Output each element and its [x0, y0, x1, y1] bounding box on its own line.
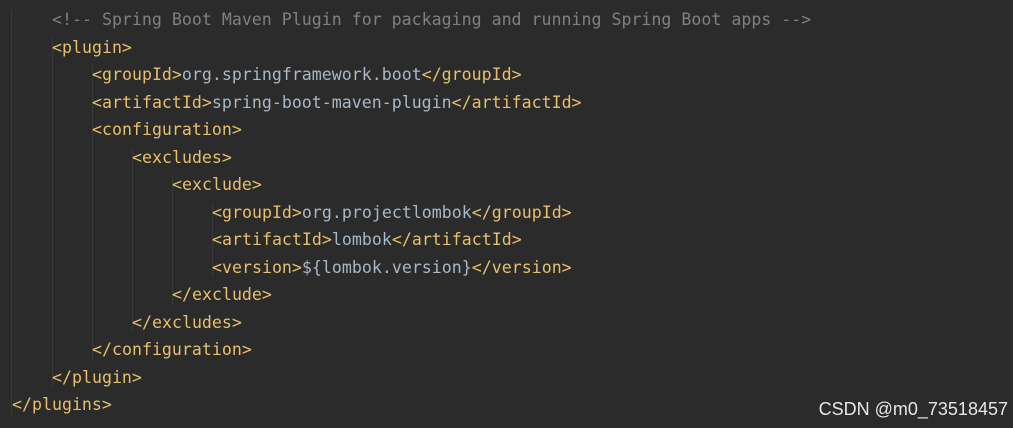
- xml-tag: </plugin>: [52, 367, 142, 387]
- xml-tag: <configuration>: [92, 120, 242, 139]
- xml-tag: </artifactId>: [451, 92, 582, 112]
- code-line: <groupId>org.projectlombok</groupId>: [212, 199, 572, 226]
- xml-tag: </version>: [471, 257, 572, 277]
- code-line: </plugins>: [12, 391, 112, 418]
- xml-text: org.springframework.boot: [181, 65, 422, 84]
- code-line: <configuration>: [92, 116, 242, 143]
- watermark: CSDN @m0_73518457: [818, 399, 1008, 419]
- xml-comment: <!-- Spring Boot Maven Plugin for packag…: [52, 10, 812, 29]
- xml-tag: </exclude>: [172, 285, 272, 304]
- code-line: </excludes>: [132, 309, 242, 336]
- xml-tag: <groupId>: [92, 65, 182, 84]
- xml-tag: </excludes>: [132, 312, 242, 332]
- code-line: <!-- Spring Boot Maven Plugin for packag…: [52, 6, 811, 33]
- code-line: </configuration>: [92, 336, 252, 363]
- xml-text: ${lombok.version}: [301, 257, 472, 277]
- code-line: </exclude>: [172, 281, 272, 308]
- code-line: </plugin>: [52, 364, 142, 391]
- xml-tag: <excludes>: [132, 147, 232, 167]
- xml-tag: <artifactId>: [92, 92, 212, 112]
- xml-text: org.projectlombok: [301, 202, 472, 222]
- xml-text: lombok: [331, 230, 392, 249]
- indent-guide: [11, 10, 12, 415]
- xml-tag: <groupId>: [212, 202, 302, 222]
- xml-tag: </artifactId>: [391, 230, 522, 249]
- xml-text: spring-boot-maven-plugin: [211, 92, 452, 112]
- xml-tag: <version>: [212, 257, 302, 277]
- xml-tag: <exclude>: [172, 175, 262, 194]
- indent-guide: [132, 147, 133, 332]
- xml-tag: <artifactId>: [212, 230, 332, 249]
- code-line: <exclude>: [172, 171, 262, 198]
- code-line: <artifactId>lombok</artifactId>: [212, 226, 522, 253]
- code-line: <plugin>: [52, 34, 132, 61]
- xml-tag: </configuration>: [92, 340, 252, 359]
- xml-tag: </groupId>: [421, 65, 522, 84]
- xml-tag: <plugin>: [52, 37, 132, 57]
- indent-guide: [52, 37, 53, 387]
- code-line: <version>${lombok.version}</version>: [212, 254, 572, 281]
- code-line: <artifactId>spring-boot-maven-plugin</ar…: [92, 89, 582, 116]
- code-editor[interactable]: <!-- Spring Boot Maven Plugin for packag…: [0, 0, 1013, 428]
- xml-tag: </plugins>: [12, 395, 112, 414]
- code-line: <groupId>org.springframework.boot</group…: [92, 61, 522, 88]
- xml-tag: </groupId>: [471, 202, 572, 222]
- code-line: <excludes>: [132, 144, 232, 171]
